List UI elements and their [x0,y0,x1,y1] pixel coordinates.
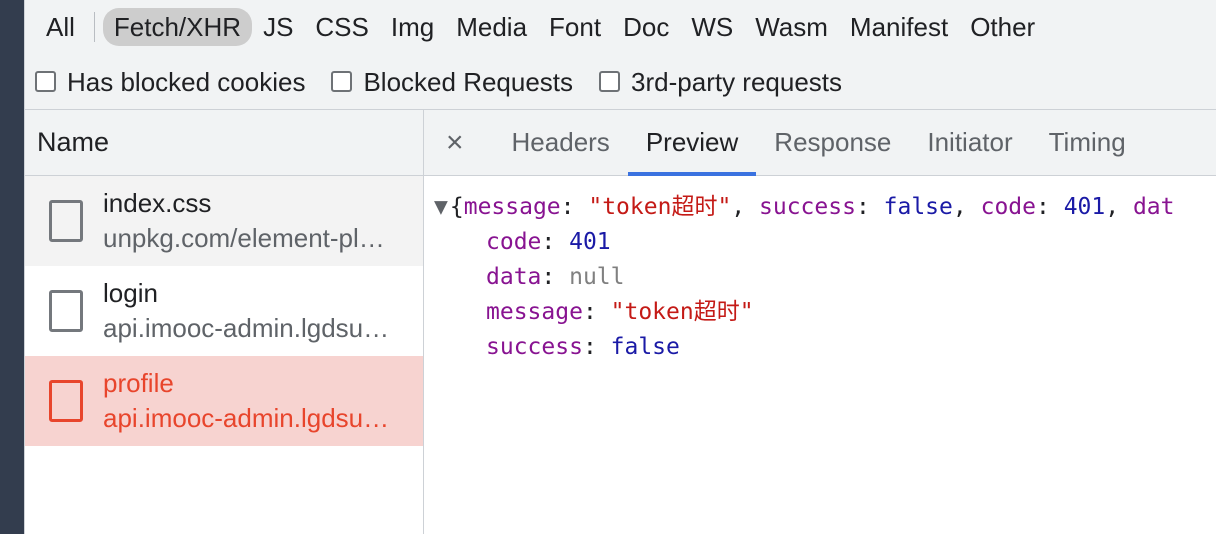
request-checkbox-filter-row: Has blocked cookies Blocked Requests 3rd-p… [25,54,1216,110]
json-token: : [855,194,884,220]
json-token: success [759,194,856,220]
table-row[interactable]: index.css unpkg.com/element-pl… [25,176,423,266]
json-property-key: message [486,299,583,325]
json-token: dat [1132,194,1175,220]
json-property-row[interactable]: message: "token超时" [434,295,1216,330]
tab-timing[interactable]: Timing [1031,110,1144,176]
file-icon [49,200,83,242]
filter-type-all[interactable]: All [35,8,86,46]
request-name: index.css [103,188,212,218]
request-domain: api.imooc-admin.lgdsu… [103,313,390,343]
detail-tab-bar: × Headers Preview Response Initiator Timing [424,110,1216,176]
checkbox-label: Has blocked cookies [67,66,306,97]
checkbox-label: 3rd-party requests [631,66,843,97]
expand-caret-icon[interactable]: ▼ [434,190,448,225]
json-token: , [952,194,981,220]
json-property-row[interactable]: code: 401 [434,225,1216,260]
file-icon [49,290,83,332]
request-list-header: Name [25,110,423,176]
checkbox-icon[interactable] [599,71,621,92]
filter-type-media[interactable]: Media [445,8,538,46]
request-domain: api.imooc-admin.lgdsu… [103,403,390,433]
tab-headers[interactable]: Headers [494,110,628,176]
filter-type-doc[interactable]: Doc [612,8,680,46]
json-summary-parts: message: "token超时", success: false, code… [464,194,1175,220]
table-row[interactable]: profile api.imooc-admin.lgdsu… [25,356,423,446]
network-filter-bar: All Fetch/XHR JS CSS Img Media Font Doc WS Wasm Ma… [25,0,1216,110]
file-icon [49,380,83,422]
request-list-body[interactable]: index.css unpkg.com/element-pl… login api.i… [25,176,423,534]
json-property-key: code [486,229,542,255]
filter-type-font[interactable]: Font [538,8,612,46]
json-colon: : [582,299,611,325]
detail-tab-list: Headers Preview Response Initiator Timing [494,110,1144,176]
json-property-value: 401 [569,229,611,255]
json-property-lines: code: 401 data: null message: "token超时" suc… [434,225,1216,365]
json-token: , [731,194,759,220]
close-icon[interactable]: × [446,127,464,158]
devtools-container: All Fetch/XHR JS CSS Img Media Font Doc WS Wasm Ma… [24,0,1216,534]
filter-type-wasm[interactable]: Wasm [744,8,839,46]
json-property-value: false [610,334,680,360]
request-name: profile [103,368,174,398]
request-name: login [103,278,158,308]
json-token: : [560,194,589,220]
app-left-rail [0,0,24,534]
filter-type-img[interactable]: Img [380,8,445,46]
json-property-value: "token超时" [610,299,754,325]
filter-type-ws[interactable]: WS [680,8,744,46]
tab-initiator[interactable]: Initiator [909,110,1030,176]
json-property-value: null [569,264,625,290]
filter-separator [93,12,95,42]
filter-checkbox-blocked-requests[interactable]: Blocked Requests [331,67,573,97]
request-text: login api.imooc-admin.lgdsu… [103,276,389,346]
request-domain: unpkg.com/element-pl… [103,223,385,253]
filter-type-fetch-xhr[interactable]: Fetch/XHR [102,8,253,46]
checkbox-icon[interactable] [331,71,353,92]
request-text: index.css unpkg.com/element-pl… [103,186,385,256]
json-token: , [1105,194,1133,220]
json-property-row[interactable]: data: null [434,260,1216,295]
json-property-row[interactable]: success: false [434,330,1216,365]
json-token: : [1035,194,1064,220]
checkbox-label: Blocked Requests [363,66,574,97]
network-panes: Name index.css unpkg.com/element-pl… login… [25,110,1216,534]
json-open-brace: { [449,194,464,220]
json-token: "token超时" [588,194,732,220]
request-text: profile api.imooc-admin.lgdsu… [103,366,389,436]
filter-checkbox-3rd-party-requests[interactable]: 3rd-party requests [599,67,842,97]
request-detail-pane: × Headers Preview Response Initiator Timing … [424,110,1216,534]
json-colon: : [541,264,570,290]
filter-type-css[interactable]: CSS [304,8,379,46]
json-token: message [463,194,561,220]
json-token: false [883,194,953,220]
request-list-pane: Name index.css unpkg.com/element-pl… login… [25,110,424,534]
resource-type-filter-row: All Fetch/XHR JS CSS Img Media Font Doc WS Wasm Ma… [25,0,1216,54]
json-colon: : [541,229,570,255]
filter-type-js[interactable]: JS [252,8,304,46]
json-token: code [980,194,1036,220]
checkbox-icon[interactable] [35,71,56,92]
json-token: 401 [1063,194,1106,220]
tab-preview[interactable]: Preview [627,110,757,176]
column-header-name[interactable]: Name [37,127,109,158]
json-property-key: data [486,264,542,290]
tab-response[interactable]: Response [756,110,909,176]
filter-checkbox-has-blocked-cookies[interactable]: Has blocked cookies [35,67,305,97]
preview-json-viewer[interactable]: ▼{message: "token超时", success: false, co… [424,176,1216,534]
json-property-key: success [486,334,583,360]
filter-type-manifest[interactable]: Manifest [839,8,959,46]
devtools-network-panel: All Fetch/XHR JS CSS Img Media Font Doc WS Wasm Ma… [0,0,1216,534]
json-colon: : [582,334,611,360]
filter-type-other[interactable]: Other [959,8,1046,46]
json-summary-line[interactable]: ▼{message: "token超时", success: false, co… [434,190,1216,225]
table-row[interactable]: login api.imooc-admin.lgdsu… [25,266,423,356]
